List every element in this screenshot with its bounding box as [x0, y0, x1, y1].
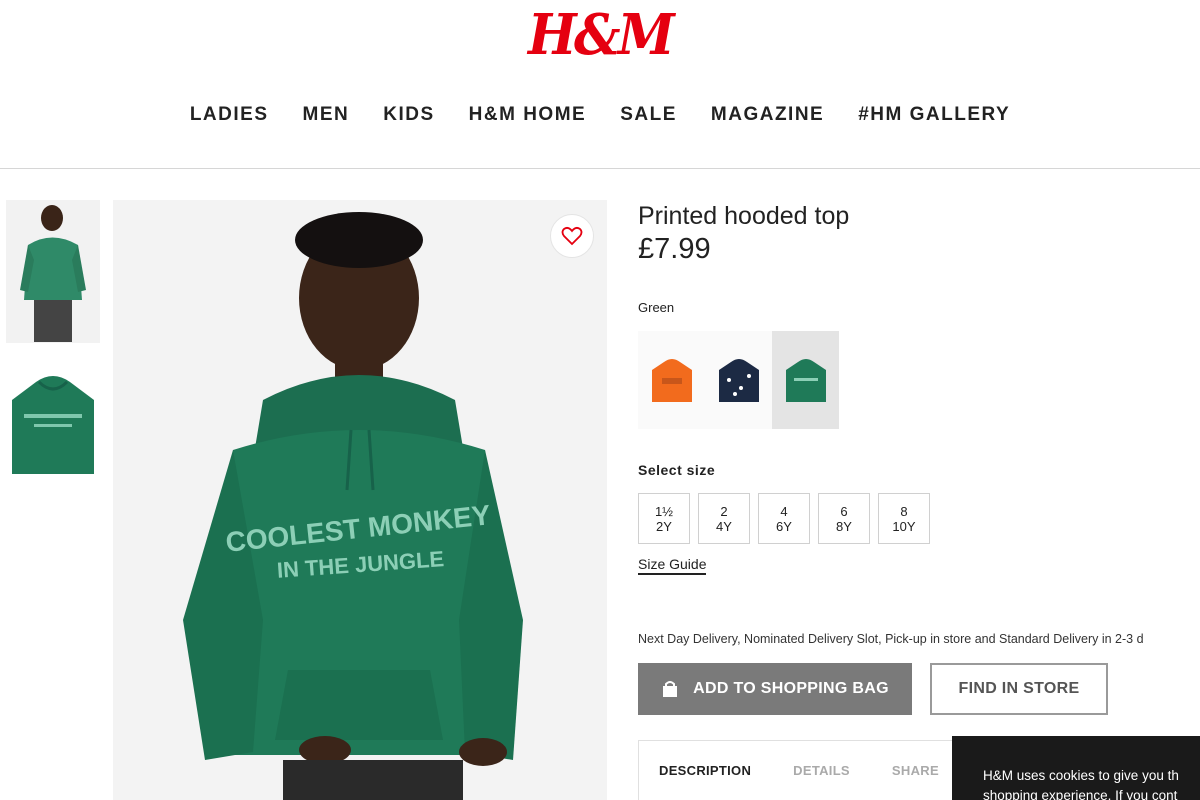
size-years: 6Y — [776, 518, 792, 534]
add-to-bag-button[interactable]: ADD TO SHOPPING BAG — [638, 663, 912, 715]
model-thumbnail-image — [20, 205, 86, 342]
cookie-text-line1: H&M uses cookies to give you th — [983, 768, 1179, 783]
size-option-2y[interactable]: 1½ 2Y — [638, 493, 690, 544]
nav-item-hm-gallery[interactable]: #HM GALLERY — [841, 104, 1027, 126]
navy-hoodie-icon — [718, 359, 759, 402]
product-thumbnail-image — [12, 376, 94, 474]
product-tabs: DESCRIPTION DETAILS SHARE — [638, 740, 968, 800]
site-header: H&M LADIES MEN KIDS H&M HOME SALE MAGAZI… — [0, 0, 1200, 169]
size-years: 2Y — [656, 518, 672, 534]
favourite-button[interactable] — [550, 214, 594, 258]
size-age: 2 — [720, 503, 728, 519]
product-price: £7.99 — [638, 233, 711, 265]
swatch-green[interactable] — [772, 331, 839, 429]
model-photo: COOLEST MONKEY IN THE JUNGLE — [183, 212, 523, 800]
nav-item-magazine[interactable]: MAGAZINE — [694, 104, 841, 126]
size-years: 4Y — [716, 518, 732, 534]
size-age: 1½ — [654, 503, 674, 519]
cookie-banner: H&M uses cookies to give you th shopping… — [952, 736, 1200, 800]
shopping-bag-icon — [663, 681, 678, 697]
main-product-image[interactable]: COOLEST MONKEY IN THE JUNGLE — [113, 200, 607, 800]
nav-item-ladies[interactable]: LADIES — [173, 104, 286, 126]
size-option-10y[interactable]: 8 10Y — [878, 493, 930, 544]
thumbnail-product[interactable] — [6, 360, 100, 480]
size-age: 6 — [840, 503, 848, 519]
size-guide-link[interactable]: Size Guide — [638, 556, 707, 575]
orange-hoodie-icon — [651, 359, 692, 402]
tab-details[interactable]: DETAILS — [793, 763, 850, 778]
tab-share[interactable]: SHARE — [892, 763, 939, 778]
nav-item-sale[interactable]: SALE — [603, 104, 694, 126]
size-option-8y[interactable]: 6 8Y — [818, 493, 870, 544]
cookie-text-line2: shopping experience. If you cont — [983, 788, 1178, 800]
size-age: 4 — [780, 503, 788, 519]
thumbnail-model[interactable] — [6, 200, 100, 343]
green-hoodie-icon — [785, 359, 826, 402]
size-option-6y[interactable]: 4 6Y — [758, 493, 810, 544]
size-option-4y[interactable]: 2 4Y — [698, 493, 750, 544]
nav-item-hm-home[interactable]: H&M HOME — [452, 104, 604, 126]
add-to-bag-label: ADD TO SHOPPING BAG — [693, 680, 889, 697]
product-title: Printed hooded top — [638, 202, 850, 230]
tab-description[interactable]: DESCRIPTION — [659, 763, 751, 778]
size-age: 8 — [900, 503, 908, 519]
swatch-navy[interactable] — [705, 331, 772, 429]
color-swatches — [638, 331, 839, 429]
size-options: 1½ 2Y 2 4Y 4 6Y 6 8Y 8 10Y — [638, 493, 930, 544]
nav-item-men[interactable]: MEN — [286, 104, 367, 126]
delivery-info: Next Day Delivery, Nominated Delivery Sl… — [638, 632, 1144, 646]
swatch-orange[interactable] — [638, 331, 705, 429]
main-nav: LADIES MEN KIDS H&M HOME SALE MAGAZINE #… — [0, 104, 1200, 126]
size-years: 10Y — [892, 518, 916, 534]
find-in-store-button[interactable]: FIND IN STORE — [930, 663, 1108, 715]
selected-color-name: Green — [638, 300, 675, 315]
size-years: 8Y — [836, 518, 852, 534]
hm-logo[interactable]: H&M — [48, 2, 1152, 68]
nav-item-kids[interactable]: KIDS — [366, 104, 451, 126]
select-size-label: Select size — [638, 462, 716, 478]
heart-icon — [561, 226, 583, 246]
